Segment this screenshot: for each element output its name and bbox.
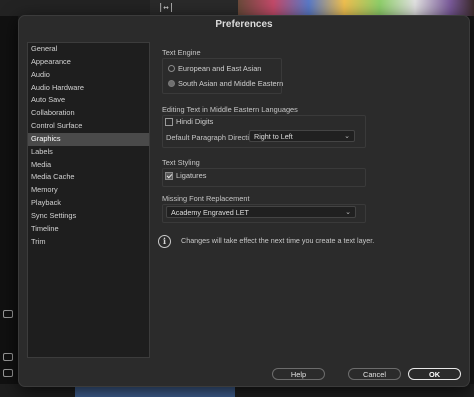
paragraph-direction-select[interactable]: Right to Left ⌄ [249, 130, 355, 142]
sidebar-item-trim[interactable]: Trim [28, 236, 149, 249]
info-icon: i [158, 235, 171, 248]
zoom-fit-icon: |↔| [158, 3, 175, 13]
sidebar-item-media[interactable]: Media [28, 159, 149, 172]
sidebar-item-timeline[interactable]: Timeline [28, 223, 149, 236]
checkbox-icon[interactable] [165, 117, 173, 126]
sidebar-item-auto-save[interactable]: Auto Save [28, 94, 149, 107]
radio-label-south-asian: South Asian and Middle Eastern [178, 79, 284, 88]
sidebar-item-graphics[interactable]: Graphics [28, 132, 149, 146]
ligatures-checkbox[interactable]: Ligatures [165, 171, 206, 180]
text-engine-label: Text Engine [162, 48, 201, 57]
hindi-digits-label: Hindi Digits [176, 117, 214, 126]
sidebar-item-appearance[interactable]: Appearance [28, 56, 149, 69]
cancel-button[interactable]: Cancel [348, 368, 401, 380]
sidebar-item-memory[interactable]: Memory [28, 184, 149, 197]
background-timeline-clip [75, 386, 235, 397]
sidebar-item-labels[interactable]: Labels [28, 146, 149, 159]
radio-south-asian-middle-eastern[interactable]: South Asian and Middle Eastern [168, 79, 283, 88]
ligatures-label: Ligatures [176, 171, 207, 180]
preferences-dialog: Preferences General Appearance Audio Aud… [18, 15, 470, 387]
sidebar-item-media-cache[interactable]: Media Cache [28, 171, 149, 184]
info-message: Changes will take effect the next time y… [181, 236, 375, 245]
background-left-panel [0, 16, 18, 397]
middle-eastern-label: Editing Text in Middle Eastern Languages [162, 105, 298, 114]
sidebar-item-general[interactable]: General [28, 43, 149, 56]
radio-european-east-asian[interactable]: European and East Asian [168, 64, 261, 73]
sidebar-item-audio[interactable]: Audio [28, 69, 149, 82]
checkbox-checked-icon[interactable] [165, 171, 173, 180]
chevron-down-icon: ⌄ [344, 133, 350, 140]
ok-button[interactable]: OK [408, 368, 461, 380]
paragraph-direction-label: Default Paragraph Direction: [166, 133, 260, 142]
help-button[interactable]: Help [272, 368, 325, 380]
sidebar-item-sync-settings[interactable]: Sync Settings [28, 210, 149, 223]
background-thumbnail [238, 0, 474, 16]
hindi-digits-checkbox[interactable]: Hindi Digits [165, 117, 213, 126]
sidebar-item-collaboration[interactable]: Collaboration [28, 107, 149, 120]
text-styling-label: Text Styling [162, 158, 200, 167]
dialog-title: Preferences [215, 19, 273, 30]
missing-font-label: Missing Font Replacement [162, 194, 250, 203]
sidebar-item-playback[interactable]: Playback [28, 197, 149, 210]
preferences-sidebar: General Appearance Audio Audio Hardware … [27, 42, 150, 358]
radio-label-european: European and East Asian [178, 64, 262, 73]
missing-font-select[interactable]: Academy Engraved LET ⌄ [166, 206, 356, 218]
track-eye-icon [3, 369, 13, 377]
chevron-down-icon: ⌄ [345, 209, 351, 216]
radio-button-icon[interactable] [168, 65, 175, 72]
radio-button-icon[interactable] [168, 80, 175, 87]
paragraph-direction-value: Right to Left [254, 132, 293, 141]
missing-font-value: Academy Engraved LET [171, 208, 249, 217]
sidebar-item-control-surface[interactable]: Control Surface [28, 120, 149, 133]
sidebar-item-audio-hardware[interactable]: Audio Hardware [28, 82, 149, 95]
track-toggle-icon [3, 353, 13, 361]
track-lock-icon [3, 310, 13, 318]
